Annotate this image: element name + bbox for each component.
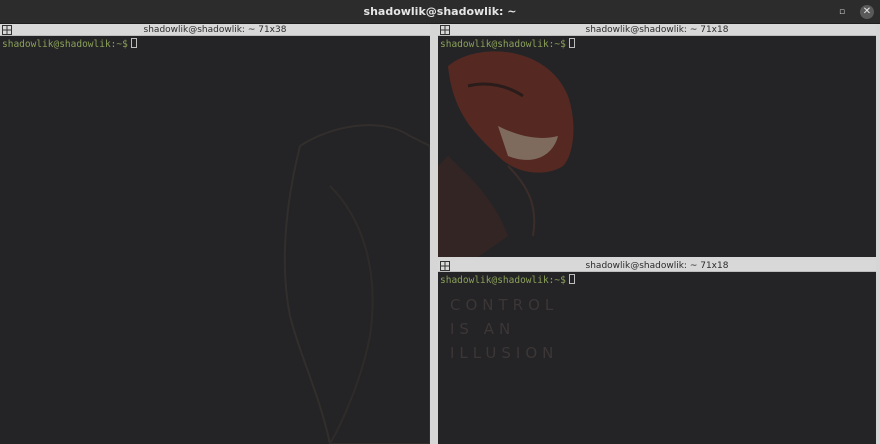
close-icon[interactable]: ✕	[860, 5, 874, 19]
pane-title: shadowlik@shadowlik: ~ 71x18	[585, 261, 729, 271]
terminal-body[interactable]: CONTROL IS AN ILLUSION shadowlik@shadowl…	[438, 272, 876, 444]
shell-prompt: shadowlik@shadowlik:~$	[2, 38, 137, 51]
pane-divider-vertical[interactable]	[430, 24, 438, 444]
window-title: shadowlik@shadowlik: ~	[363, 5, 517, 18]
terminal-body[interactable]: shadowlik@shadowlik:~$	[438, 36, 876, 257]
pane-title: shadowlik@shadowlik: ~ 71x38	[143, 25, 287, 35]
pane-header[interactable]: shadowlik@shadowlik: ~ 71x18	[438, 24, 876, 36]
terminal-pane-left[interactable]: shadowlik@shadowlik: ~ 71x38 shadowlik@s…	[0, 24, 430, 444]
prompt-text: shadowlik@shadowlik:~$	[440, 39, 566, 50]
wallpaper-text-line: CONTROL	[450, 296, 559, 314]
terminal-pane-top-right[interactable]: shadowlik@shadowlik: ~ 71x18 shadowlik@s…	[438, 24, 876, 257]
wallpaper-text-line: IS AN	[450, 320, 516, 338]
wallpaper-text-line: ILLUSION	[450, 344, 559, 362]
pane-title: shadowlik@shadowlik: ~ 71x18	[585, 25, 729, 35]
prompt-text: shadowlik@shadowlik:~$	[2, 39, 128, 50]
restore-icon[interactable]: ▫	[836, 6, 848, 18]
window-titlebar: shadowlik@shadowlik: ~ ▫ ✕	[0, 0, 880, 24]
terminal-pane-bottom-right[interactable]: shadowlik@shadowlik: ~ 71x18 CONTROL IS …	[438, 260, 876, 444]
shell-prompt: shadowlik@shadowlik:~$	[440, 274, 575, 287]
window-right-border	[876, 24, 880, 444]
wallpaper-hood-illustration	[283, 124, 430, 444]
pane-header[interactable]: shadowlik@shadowlik: ~ 71x18	[438, 260, 876, 272]
text-cursor	[130, 38, 137, 48]
text-cursor	[568, 274, 575, 284]
prompt-text: shadowlik@shadowlik:~$	[440, 275, 566, 286]
pane-header[interactable]: shadowlik@shadowlik: ~ 71x38	[0, 24, 430, 36]
terminal-body[interactable]: shadowlik@shadowlik:~$	[0, 36, 430, 444]
shell-prompt: shadowlik@shadowlik:~$	[440, 38, 575, 51]
text-cursor	[568, 38, 575, 48]
wallpaper-mask-illustration	[438, 51, 574, 257]
